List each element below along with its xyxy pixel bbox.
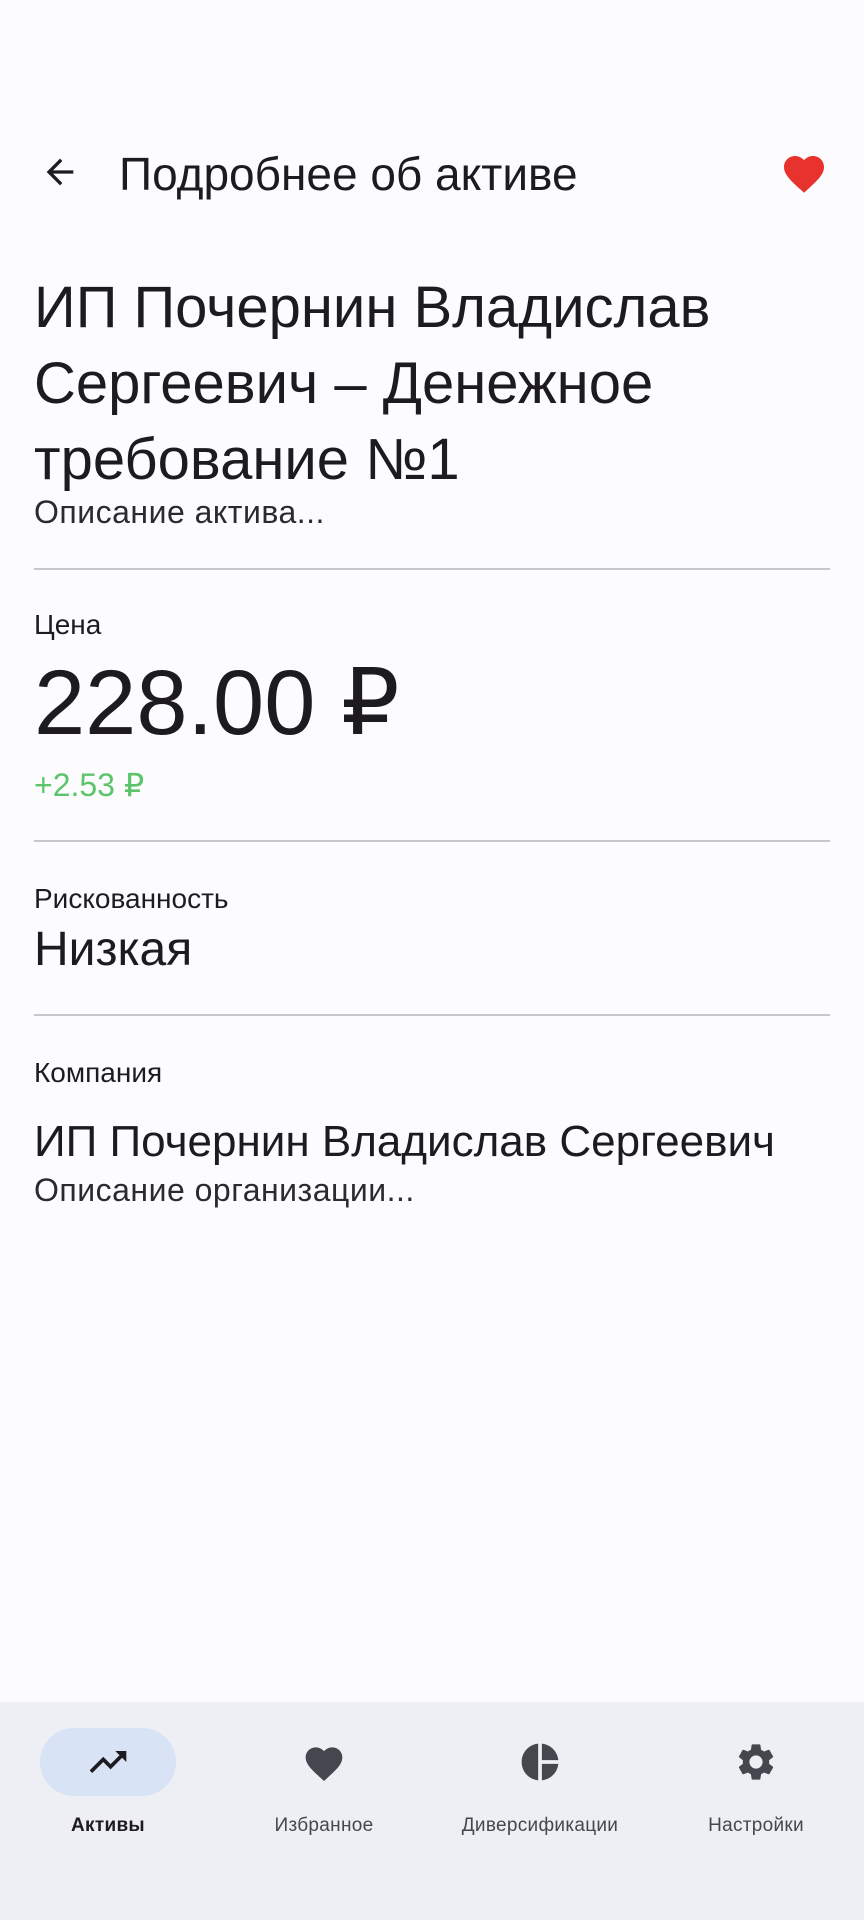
price-change: +2.53 ₽ bbox=[34, 767, 145, 803]
price-label: Цена bbox=[34, 609, 102, 640]
nav-label-diversification: Диверсификации bbox=[461, 1815, 619, 1836]
company-label: Компания bbox=[34, 1057, 163, 1088]
nav-item-diversification[interactable]: Диверсификации bbox=[432, 1702, 648, 1920]
asset-description: Описание актива... bbox=[34, 494, 325, 530]
active-indicator bbox=[40, 1728, 176, 1796]
nav-label-assets: Активы bbox=[71, 1815, 145, 1836]
back-button[interactable] bbox=[30, 142, 90, 202]
asset-details: ИП Почернин Владислав Сергеевич – Денежн… bbox=[34, 270, 830, 1210]
nav-icon-container bbox=[688, 1728, 824, 1796]
nav-label-favorites: Избранное bbox=[274, 1815, 374, 1836]
nav-icon-container bbox=[256, 1728, 392, 1796]
nav-label-settings: Настройки bbox=[708, 1815, 804, 1836]
asset-name: ИП Почернин Владислав Сергеевич – Денежн… bbox=[34, 275, 711, 492]
nav-icon-container bbox=[472, 1728, 608, 1796]
top-app-bar: Подробнее об активе bbox=[0, 128, 864, 212]
heart-filled-icon bbox=[780, 150, 828, 194]
gear-icon bbox=[734, 1740, 778, 1784]
nav-item-favorites[interactable]: Избранное bbox=[216, 1702, 432, 1920]
favorite-button[interactable] bbox=[774, 144, 834, 200]
risk-value: Низкая bbox=[34, 923, 193, 976]
nav-item-settings[interactable]: Настройки bbox=[648, 1702, 864, 1920]
divider bbox=[34, 568, 830, 570]
price-value: 228.00 ₽ bbox=[34, 652, 400, 754]
page-title: Подробнее об активе bbox=[119, 148, 578, 200]
arrow-left-icon bbox=[40, 152, 80, 192]
company-description: Описание организации... bbox=[34, 1172, 415, 1208]
bottom-navigation: Активы Избранное Диверсификации Настройк… bbox=[0, 1702, 864, 1920]
pie-chart-icon bbox=[518, 1740, 562, 1784]
divider bbox=[34, 1014, 830, 1016]
heart-icon bbox=[302, 1741, 346, 1783]
nav-item-assets[interactable]: Активы bbox=[0, 1702, 216, 1920]
company-name: ИП Почернин Владислав Сергеевич bbox=[34, 1117, 775, 1166]
divider bbox=[34, 840, 830, 842]
trending-up-icon bbox=[86, 1740, 130, 1784]
risk-label: Рискованность bbox=[34, 883, 229, 914]
